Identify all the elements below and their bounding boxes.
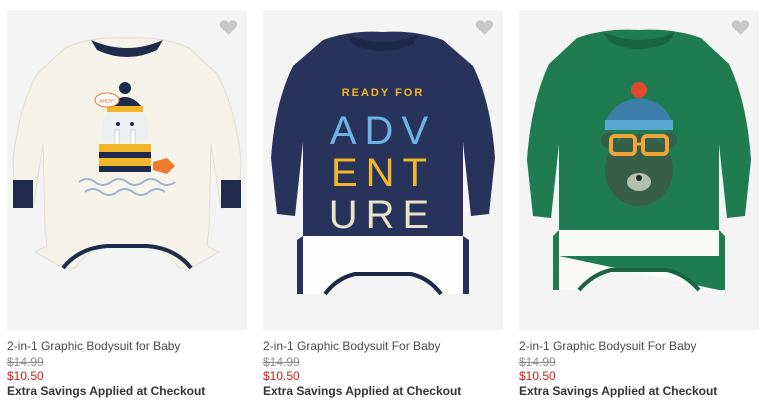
product-card[interactable]: AHOY! 2-in-1 Graphic Bodysuit for Baby $… — [7, 10, 247, 414]
bodysuit-adventure-image: READY FOR ADV ENT URE — [271, 31, 495, 296]
sale-price: $10.50 — [519, 369, 556, 383]
graphic-text-line3: URE — [329, 193, 437, 237]
product-title[interactable]: 2-in-1 Graphic Bodysuit For Baby — [263, 339, 503, 354]
original-price: $14.99 — [7, 355, 44, 369]
heart-icon[interactable] — [731, 19, 750, 36]
promo-text: Extra Savings Applied at Checkout — [263, 384, 462, 398]
product-image[interactable] — [519, 10, 759, 330]
bodysuit-bear-image — [527, 29, 751, 292]
product-info: 2-in-1 Graphic Bodysuit For Baby $14.99 … — [519, 330, 759, 398]
product-info: 2-in-1 Graphic Bodysuit for Baby $14.99 … — [7, 330, 247, 398]
sale-price: $10.50 — [263, 369, 300, 383]
bodysuit-walrus-image: AHOY! — [12, 37, 242, 270]
graphic-text-line2: ENT — [331, 151, 435, 195]
product-image[interactable]: AHOY! — [7, 10, 247, 330]
sale-price: $10.50 — [7, 369, 44, 383]
graphic-text-top: READY FOR — [342, 87, 425, 99]
original-price: $14.99 — [263, 355, 300, 369]
original-price: $14.99 — [519, 355, 556, 369]
graphic-text: AHOY! — [99, 99, 115, 105]
promo-text: Extra Savings Applied at Checkout — [519, 384, 718, 398]
product-info: 2-in-1 Graphic Bodysuit For Baby $14.99 … — [263, 330, 503, 398]
promo-text: Extra Savings Applied at Checkout — [7, 384, 206, 398]
graphic-text-line1: ADV — [330, 109, 436, 153]
product-title[interactable]: 2-in-1 Graphic Bodysuit For Baby — [519, 339, 759, 354]
product-card[interactable]: READY FOR ADV ENT URE 2-in-1 Graphic Bod… — [263, 10, 503, 414]
heart-icon[interactable] — [475, 19, 494, 36]
product-image[interactable]: READY FOR ADV ENT URE — [263, 10, 503, 330]
heart-icon[interactable] — [219, 19, 238, 36]
product-grid: AHOY! 2-in-1 Graphic Bodysuit for Baby $… — [0, 0, 764, 414]
product-title[interactable]: 2-in-1 Graphic Bodysuit for Baby — [7, 339, 247, 354]
product-card[interactable]: 2-in-1 Graphic Bodysuit For Baby $14.99 … — [519, 10, 759, 414]
